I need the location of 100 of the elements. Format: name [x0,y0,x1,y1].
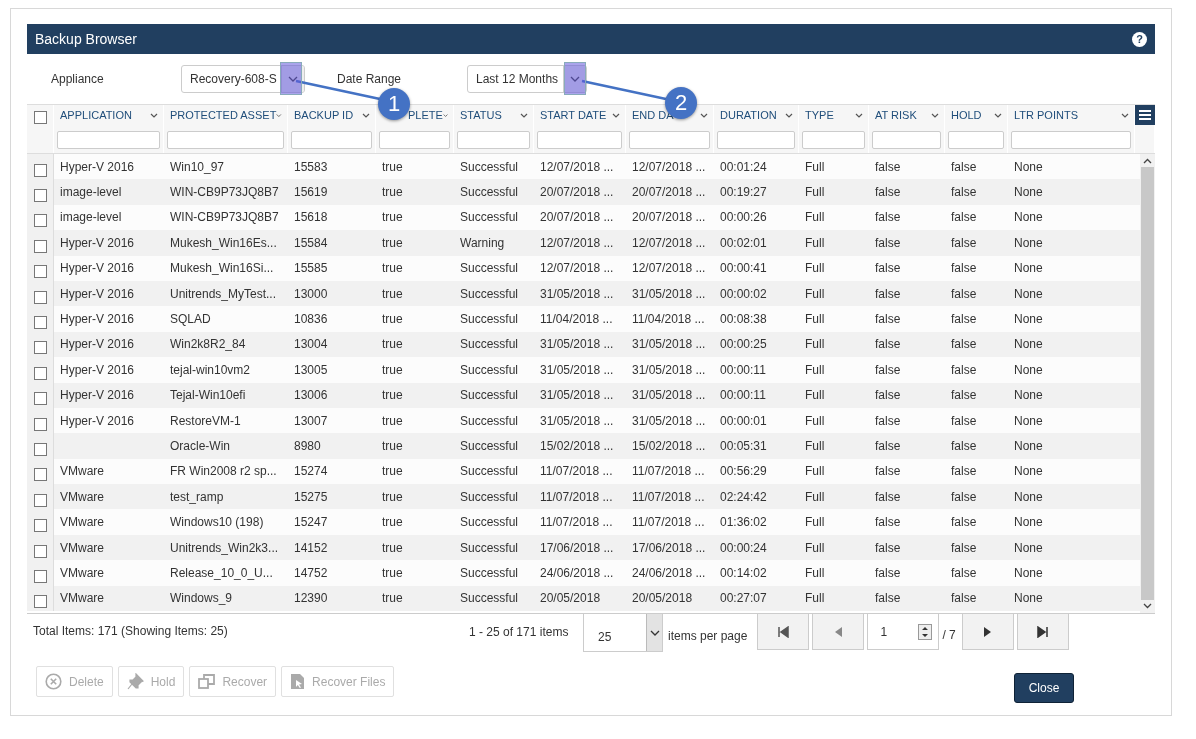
sort-caret-icon[interactable] [931,112,939,118]
page-count-text: / 7 [942,628,956,642]
column-header[interactable]: START DATE [540,109,607,121]
table-cell: 15247 [294,515,328,530]
sort-caret-icon[interactable] [785,112,793,118]
sort-caret-icon[interactable] [362,112,370,118]
row-checkbox[interactable] [33,163,47,177]
table-row[interactable]: image-level WIN-CB9P73JQ8B7 15619 true Successful 20/07/2018 ... 20/07/2018 ... 00:19:27 Full false false None [27,179,1140,205]
previous-icon [833,625,844,638]
row-checkbox[interactable] [33,417,47,431]
sort-caret-icon[interactable] [855,112,863,118]
table-row[interactable]: VMware Windows_9 12390 true Successful 20/05/2018 20/05/2018 00:27:07 Full false false None [27,585,1140,612]
table-cell: None [1014,362,1043,377]
table-cell: true [382,159,403,174]
row-checkbox[interactable] [33,595,47,609]
table-row[interactable]: Hyper-V 2016 Unitrends_MyTest... 13000 true Successful 31/05/2018 ... 31/05/2018 ... 00:00:02 Full false false None [27,280,1140,307]
table-cell: false [951,515,977,530]
row-checkbox[interactable] [33,290,47,304]
table-cell: true [382,413,403,428]
page-size-dropdown[interactable]: 25 [583,614,663,652]
table-row[interactable]: Hyper-V 2016 Mukesh_Win16Es... 15584 true Warning 12/07/2018 ... 12/07/2018 ... 00:02:01 Full false false None [27,230,1140,256]
column-filter-field[interactable] [948,131,1004,149]
table-cell: Full [805,337,825,352]
table-cell: 17/06/2018 ... [540,540,614,555]
column-filter-field[interactable] [291,131,372,149]
table-row[interactable]: Hyper-V 2016 Tejal-Win10efi 13006 true Successful 31/05/2018 ... 31/05/2018 ... 00:00:11 Full false false None [27,382,1140,408]
row-checkbox[interactable] [33,214,47,228]
scrollbar[interactable] [1140,154,1155,613]
filter-dropdown[interactable]: Recovery-608-S [181,65,305,93]
row-checkbox[interactable] [33,341,47,355]
sort-caret-icon[interactable] [442,112,448,118]
table-cell: Hyper-V 2016 [60,337,135,352]
row-checkbox[interactable] [33,569,47,583]
row-checkbox[interactable] [33,544,47,558]
column-header[interactable]: PLETE [408,109,443,121]
scrollbar-thumb[interactable] [1141,167,1154,600]
last-page-button[interactable] [1016,614,1069,650]
column-header[interactable]: APPLICATION [60,109,132,121]
table-cell: Hyper-V 2016 [60,159,135,174]
column-header[interactable]: HOLD [951,109,982,121]
chevron-down-icon [649,629,660,636]
column-menu-button[interactable] [1135,105,1155,125]
column-filter-field[interactable] [457,131,530,149]
column-header[interactable]: LTR POINTS [1014,109,1078,121]
column-header[interactable]: TYPE [805,109,834,121]
row-checkbox[interactable] [33,239,47,253]
close-button[interactable]: Close [1014,673,1074,703]
sort-caret-icon[interactable] [700,112,708,118]
table-cell: 00:00:26 [720,210,767,225]
table-cell: Full [805,439,825,453]
row-checkbox[interactable] [33,316,47,330]
table-row[interactable]: VMware test_ramp 15275 true Successful 11/07/2018 ... 11/07/2018 ... 02:24:42 Full false false None [27,484,1140,510]
select-all-checkbox[interactable] [33,111,47,124]
sort-caret-icon[interactable] [994,112,1002,118]
row-checkbox[interactable] [33,468,47,482]
scroll-up-icon[interactable] [1143,158,1152,164]
table-cell: None [1014,210,1043,225]
column-filter-field[interactable] [167,131,284,149]
row-checkbox[interactable] [33,366,47,380]
column-filter-field[interactable] [717,131,795,149]
table-cell: Tejal-Win10efi [170,388,246,403]
column-header[interactable]: PROTECTED ASSET [170,109,277,121]
table-cell: Hyper-V 2016 [60,388,135,403]
column-header[interactable]: AT RISK [875,109,917,121]
table-cell: Hyper-V 2016 [60,413,135,428]
table-cell: 31/05/2018 ... [540,388,614,403]
scroll-down-icon[interactable] [1143,603,1152,609]
table-cell: 12/07/2018 ... [632,159,706,174]
help-button[interactable]: ? [1132,31,1147,47]
filter-dropdown[interactable]: Last 12 Months [467,65,587,93]
table-cell: None [1014,235,1043,250]
column-header[interactable]: DURATION [720,109,777,121]
spinner-icon[interactable] [918,623,933,640]
column-header[interactable]: STATUS [460,109,502,121]
row-checkbox[interactable] [33,443,47,456]
column-filter-field[interactable] [872,131,941,149]
table-cell: None [1014,413,1043,428]
table-row[interactable]: Oracle-Win 8980 true Successful 15/02/2018 ... 15/02/2018 ... 00:05:31 Full false false None [27,433,1140,459]
page-number-field[interactable]: 1 [867,614,940,650]
column-filter-field[interactable] [379,131,450,149]
column-filter-field[interactable] [802,131,865,149]
table-row[interactable]: Hyper-V 2016 Win2k8R2_84 13004 true Successful 31/05/2018 ... 31/05/2018 ... 00:00:25 Full false false None [27,331,1140,358]
sort-caret-icon[interactable] [520,112,528,118]
sort-caret-icon[interactable] [612,112,620,118]
table-cell: Full [805,362,825,377]
row-checkbox[interactable] [33,189,47,203]
sort-caret-icon[interactable] [150,112,158,118]
column-filter-field[interactable] [629,131,710,149]
row-checkbox[interactable] [33,392,47,406]
first-page-button[interactable] [757,614,810,650]
column-filter-field[interactable] [537,131,622,149]
row-checkbox[interactable] [33,519,47,533]
column-filter-field[interactable] [57,131,160,149]
row-checkbox[interactable] [33,493,47,507]
column-filter-field[interactable] [1011,131,1131,149]
table-row[interactable]: VMware Unitrends_Win2k3... 14152 true Successful 17/06/2018 ... 17/06/2018 ... 00:00:24 Full false false None [27,534,1140,561]
column-header[interactable]: BACKUP ID [294,109,354,121]
table-cell: Successful [460,540,519,555]
row-checkbox[interactable] [33,265,47,279]
sort-caret-icon[interactable] [1121,112,1129,118]
